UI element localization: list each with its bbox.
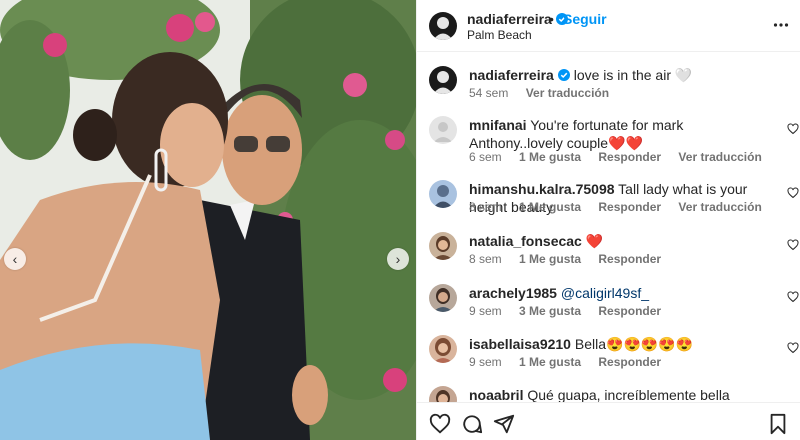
- like-count[interactable]: 3 Me gusta: [519, 304, 581, 318]
- comments-list[interactable]: nadiaferreira love is in the air 🤍 54 se…: [417, 52, 800, 402]
- comment-icon[interactable]: [461, 413, 483, 435]
- comment-age: 9 sem: [469, 355, 502, 369]
- post-viewer: ‹ › nadiaferreira • Seguir Palm Beach na…: [0, 0, 800, 440]
- comment-age: 8 sem: [469, 200, 502, 214]
- chevron-left-icon: ‹: [12, 251, 18, 267]
- comment-meta: 8 sem 1 Me gusta Responder Ver traducció…: [469, 200, 776, 214]
- post-actions: [417, 402, 800, 440]
- like-count[interactable]: 1 Me gusta: [519, 355, 581, 369]
- comment-mention[interactable]: @caligirl49sf_: [561, 285, 649, 301]
- like-count[interactable]: 1 Me gusta: [519, 200, 581, 214]
- post-location[interactable]: Palm Beach: [467, 28, 532, 42]
- post-details: nadiaferreira • Seguir Palm Beach nadiaf…: [416, 0, 800, 440]
- comment-username[interactable]: arachely1985: [469, 285, 557, 301]
- comment-text: mnifanai You're fortunate for mark Antho…: [469, 116, 769, 152]
- comment-username[interactable]: isabellaisa9210: [469, 336, 571, 352]
- comment-content: Bella😍😍😍😍😍: [574, 336, 694, 352]
- comment-text: natalia_fonsecac ❤️: [469, 232, 769, 250]
- caption-age: 54 sem: [469, 86, 509, 100]
- post-media[interactable]: ‹ ›: [0, 0, 416, 440]
- caption-text: nadiaferreira love is in the air 🤍: [469, 66, 769, 84]
- like-count[interactable]: 1 Me gusta: [519, 252, 581, 266]
- follow-button[interactable]: Seguir: [563, 11, 607, 27]
- comment-age: 9 sem: [469, 304, 502, 318]
- like-count[interactable]: 1 Me gusta: [519, 150, 581, 164]
- caption-username[interactable]: nadiaferreira: [469, 67, 554, 83]
- commenter-avatar[interactable]: [429, 335, 457, 363]
- share-icon[interactable]: [493, 413, 515, 435]
- separator-dot: •: [549, 11, 554, 27]
- reply-button[interactable]: Responder: [598, 355, 661, 369]
- reply-button[interactable]: Responder: [598, 252, 661, 266]
- comment-meta: 8 sem 1 Me gusta Responder: [469, 252, 675, 266]
- author-username[interactable]: nadiaferreira: [467, 11, 552, 27]
- more-options-icon[interactable]: [773, 17, 789, 33]
- reply-button[interactable]: Responder: [598, 304, 661, 318]
- translate-link[interactable]: Ver traducción: [526, 86, 609, 100]
- bookmark-icon[interactable]: [767, 413, 789, 435]
- carousel-prev-button[interactable]: ‹: [4, 248, 26, 270]
- commenter-avatar[interactable]: [429, 386, 457, 402]
- post-photo: [0, 0, 416, 440]
- reply-button[interactable]: Responder: [598, 150, 661, 164]
- comment-username[interactable]: natalia_fonsecac: [469, 233, 582, 249]
- carousel-next-button[interactable]: ›: [387, 248, 409, 270]
- comment-username[interactable]: mnifanai: [469, 117, 527, 133]
- comment-meta: 6 sem 1 Me gusta Responder Ver traducció…: [469, 150, 776, 164]
- translate-link[interactable]: Ver traducción: [678, 200, 761, 214]
- comment-content: ❤️: [585, 233, 604, 249]
- comment-age: 6 sem: [469, 150, 502, 164]
- comment-text: arachely1985 @caligirl49sf_: [469, 284, 769, 302]
- comment-text: isabellaisa9210 Bella😍😍😍😍😍: [469, 335, 769, 353]
- heart-icon[interactable]: [787, 342, 799, 354]
- comment-username[interactable]: himanshu.kalra.75098: [469, 181, 615, 197]
- comment-age: 8 sem: [469, 252, 502, 266]
- author-avatar[interactable]: [429, 66, 457, 94]
- verified-badge-icon: [557, 69, 570, 81]
- comment-meta: 9 sem 1 Me gusta Responder: [469, 355, 675, 369]
- commenter-avatar[interactable]: [429, 116, 457, 144]
- heart-icon[interactable]: [787, 291, 799, 303]
- comment-username[interactable]: noaabril: [469, 387, 523, 402]
- heart-icon[interactable]: [787, 123, 799, 135]
- heart-icon[interactable]: [429, 413, 451, 435]
- heart-icon[interactable]: [787, 239, 799, 251]
- caption-meta: 54 sem Ver traducción: [469, 86, 623, 100]
- heart-icon[interactable]: [787, 187, 799, 199]
- post-header: nadiaferreira • Seguir Palm Beach: [417, 0, 800, 52]
- author-avatar[interactable]: [429, 12, 457, 40]
- reply-button[interactable]: Responder: [598, 200, 661, 214]
- comment-meta: 9 sem 3 Me gusta Responder: [469, 304, 675, 318]
- comment-text: noaabril Qué guapa, increíblemente bella: [469, 386, 769, 402]
- caption-content: love is in the air 🤍: [573, 67, 693, 83]
- commenter-avatar[interactable]: [429, 284, 457, 312]
- comment-content: Qué guapa, increíblemente bella: [527, 387, 730, 402]
- commenter-avatar[interactable]: [429, 180, 457, 208]
- chevron-right-icon: ›: [395, 251, 401, 267]
- commenter-avatar[interactable]: [429, 232, 457, 260]
- translate-link[interactable]: Ver traducción: [678, 150, 761, 164]
